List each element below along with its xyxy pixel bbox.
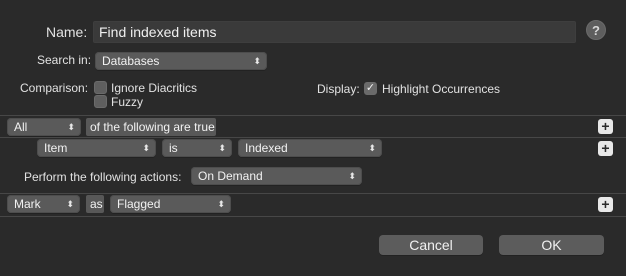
add-condition-button[interactable]: + <box>598 119 613 134</box>
highlight-occurrences-label: Highlight Occurrences <box>382 82 501 96</box>
plus-icon: + <box>601 140 610 156</box>
chevron-updown-icon: ⬍ <box>368 143 376 153</box>
plus-icon: + <box>601 118 610 134</box>
question-icon: ? <box>592 23 600 38</box>
smart-group-dialog: Name: ? Search in: Databases ⬍ Compariso… <box>0 0 626 276</box>
chevron-updown-icon: ⬍ <box>217 199 225 209</box>
action-value: Mark <box>14 197 41 211</box>
search-in-label: Search in: <box>37 53 92 67</box>
chevron-updown-icon: ⬍ <box>142 143 150 153</box>
chevron-updown-icon: ⬍ <box>67 122 75 132</box>
highlight-occurrences-checkbox[interactable]: ✓ <box>364 82 377 95</box>
chevron-updown-icon: ⬍ <box>218 143 226 153</box>
match-suffix-label: of the following are true <box>86 118 216 136</box>
separator <box>0 137 626 138</box>
condition-field-popup[interactable]: Item ⬍ <box>37 139 156 157</box>
comparison-label: Comparison: <box>20 81 89 95</box>
match-mode-value: All <box>14 120 28 134</box>
separator <box>0 193 626 194</box>
fuzzy-label: Fuzzy <box>111 95 144 109</box>
condition-value-popup[interactable]: Indexed ⬍ <box>238 139 382 157</box>
ignore-diacritics-checkbox[interactable] <box>94 81 107 94</box>
condition-value-value: Indexed <box>245 141 288 155</box>
action-target-popup[interactable]: Flagged ⬍ <box>110 195 231 213</box>
action-popup[interactable]: Mark ⬍ <box>7 195 80 213</box>
match-mode-popup[interactable]: All ⬍ <box>7 118 81 136</box>
plus-icon: + <box>601 196 610 212</box>
perform-actions-value: On Demand <box>198 169 263 183</box>
ignore-diacritics-label: Ignore Diacritics <box>111 81 198 95</box>
search-in-popup[interactable]: Databases ⬍ <box>95 52 267 70</box>
name-label: Name: <box>46 24 88 40</box>
display-label: Display: <box>317 82 360 96</box>
chevron-updown-icon: ⬍ <box>66 199 74 209</box>
help-button[interactable]: ? <box>586 20 606 40</box>
add-condition-row-button[interactable]: + <box>598 141 613 156</box>
as-label: as <box>86 195 104 213</box>
chevron-updown-icon: ⬍ <box>348 171 356 181</box>
condition-field-value: Item <box>44 141 68 155</box>
perform-actions-label: Perform the following actions: <box>24 170 182 184</box>
condition-operator-value: is <box>169 141 178 155</box>
perform-actions-popup[interactable]: On Demand ⬍ <box>191 167 362 185</box>
add-action-button[interactable]: + <box>598 197 613 212</box>
name-field[interactable] <box>93 21 576 43</box>
condition-operator-popup[interactable]: is ⬍ <box>162 139 232 157</box>
checkmark-icon: ✓ <box>365 82 376 94</box>
action-target-value: Flagged <box>117 197 161 211</box>
fuzzy-checkbox[interactable] <box>94 95 107 108</box>
search-in-value: Databases <box>102 54 160 68</box>
cancel-button[interactable]: Cancel <box>379 235 483 255</box>
separator <box>0 216 626 217</box>
chevron-updown-icon: ⬍ <box>253 56 261 66</box>
ok-button[interactable]: OK <box>499 235 604 255</box>
separator <box>0 115 626 116</box>
